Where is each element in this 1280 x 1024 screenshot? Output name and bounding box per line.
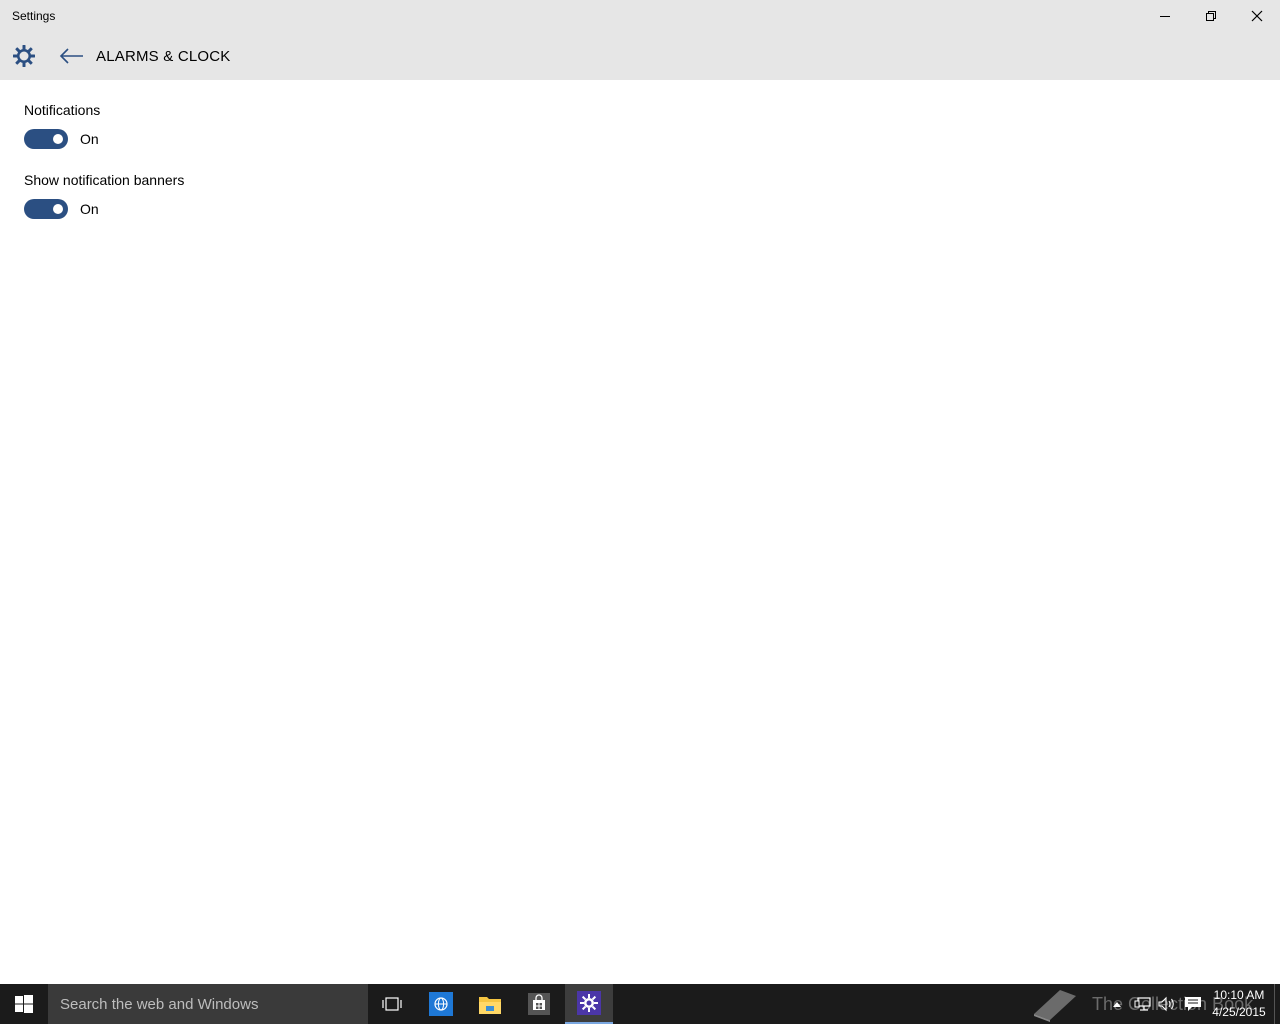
file-explorer-button[interactable]: [466, 984, 514, 1024]
minimize-button[interactable]: [1142, 0, 1188, 32]
action-center-button[interactable]: [1182, 984, 1204, 1024]
store-button[interactable]: [515, 984, 563, 1024]
task-view-icon: [382, 997, 402, 1011]
notification-banners-label: Show notification banners: [24, 172, 185, 188]
notification-banners-toggle[interactable]: [24, 199, 68, 219]
minimize-icon: [1160, 16, 1170, 17]
search-box[interactable]: Search the web and Windows: [48, 984, 368, 1024]
network-icon: [1134, 997, 1151, 1011]
search-placeholder: Search the web and Windows: [60, 996, 259, 1013]
file-explorer-icon: [479, 997, 501, 1014]
browser-icon: [429, 992, 453, 1016]
page-title: ALARMS & CLOCK: [96, 48, 231, 65]
gear-icon: [13, 45, 35, 67]
volume-button[interactable]: [1156, 984, 1178, 1024]
action-center-icon: [1185, 997, 1201, 1011]
browser-button[interactable]: [417, 984, 465, 1024]
clock[interactable]: 10:10 AM 4/25/2015: [1206, 987, 1272, 1021]
close-icon: [1251, 10, 1263, 22]
notifications-setting: Notifications On: [24, 102, 100, 149]
notification-banners-toggle-state: On: [80, 201, 99, 217]
window-title: Settings: [12, 9, 56, 23]
start-button[interactable]: [0, 984, 48, 1024]
show-desktop-button[interactable]: [1274, 984, 1280, 1024]
toggle-knob: [53, 134, 63, 144]
taskbar: Search the web and Windows The Collectio…: [0, 984, 1280, 1024]
clock-date: 4/25/2015: [1212, 1005, 1266, 1019]
restore-button[interactable]: [1188, 0, 1234, 32]
settings-taskbar-button[interactable]: [565, 984, 613, 1024]
close-button[interactable]: [1234, 0, 1280, 32]
notifications-label: Notifications: [24, 102, 101, 118]
restore-icon: [1206, 11, 1216, 21]
show-hidden-icons-button[interactable]: [1110, 984, 1124, 1024]
book-logo-icon: [1034, 990, 1076, 1022]
store-icon: [528, 993, 550, 1015]
notification-banners-setting: Show notification banners On: [24, 172, 184, 219]
notifications-toggle[interactable]: [24, 129, 68, 149]
title-bar: Settings: [0, 0, 1280, 32]
task-view-button[interactable]: [368, 984, 416, 1024]
back-button[interactable]: [58, 44, 86, 68]
page-header: ALARMS & CLOCK: [0, 32, 1280, 80]
volume-icon: [1158, 996, 1174, 1012]
back-arrow-icon: [59, 48, 83, 64]
clock-time: 10:10 AM: [1213, 988, 1265, 1002]
windows-logo-icon: [15, 995, 33, 1013]
network-button[interactable]: [1132, 984, 1154, 1024]
settings-home-button[interactable]: [12, 44, 36, 68]
settings-icon: [577, 991, 601, 1015]
toggle-knob: [53, 204, 63, 214]
notifications-toggle-state: On: [80, 131, 99, 147]
chevron-up-icon: [1113, 1002, 1121, 1007]
